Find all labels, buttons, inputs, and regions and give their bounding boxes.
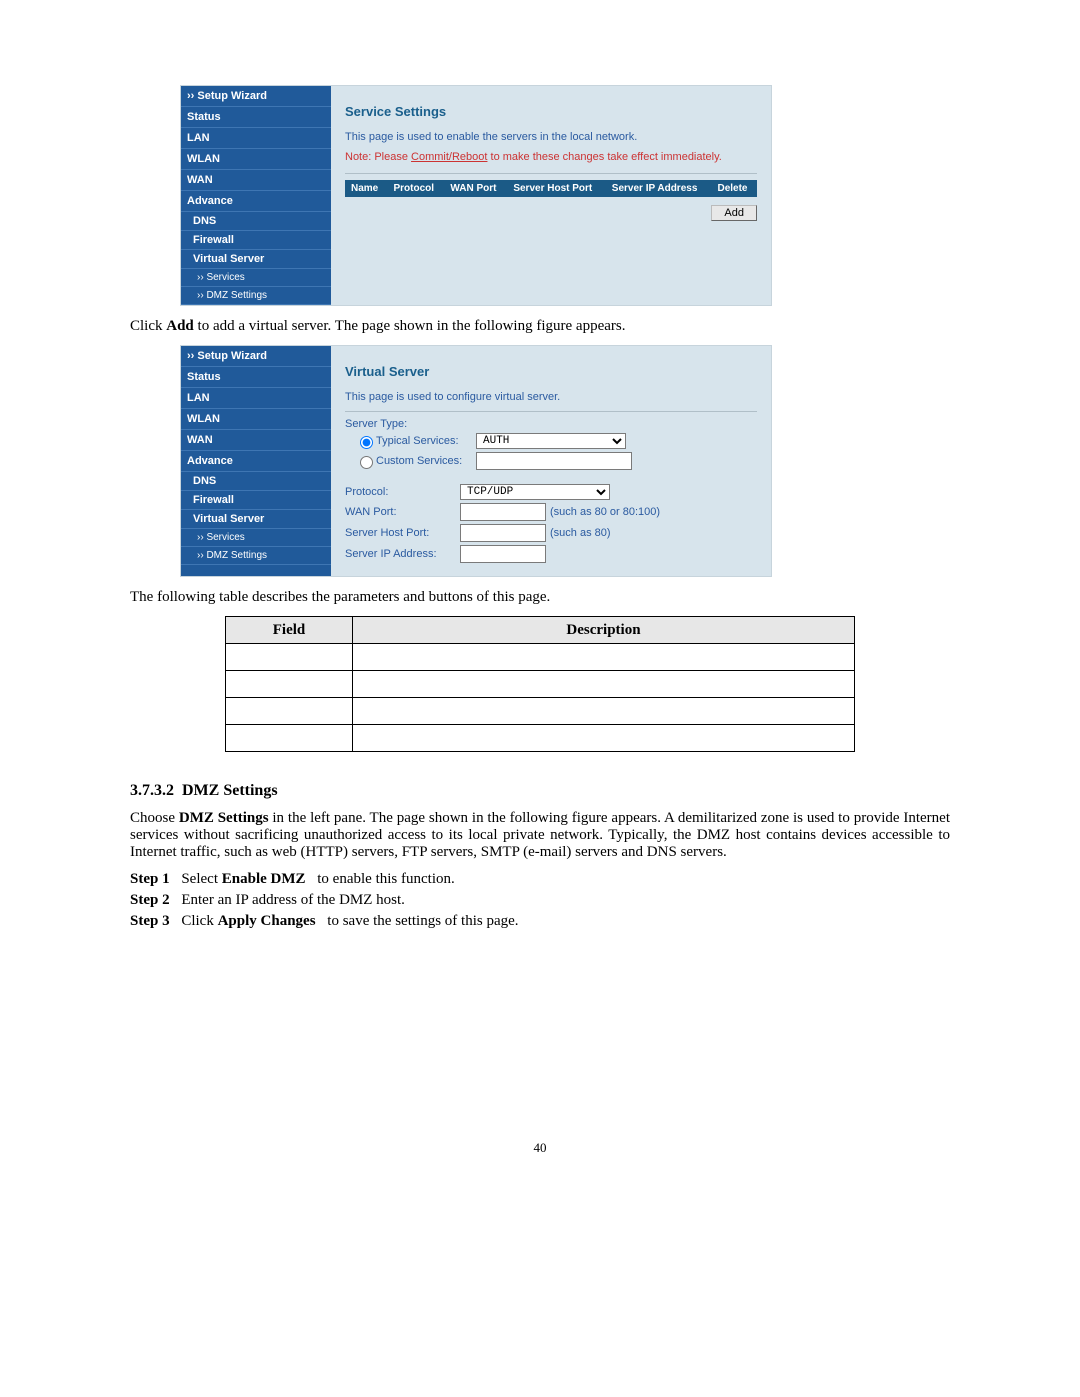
- sidebar-advance[interactable]: Advance: [181, 451, 331, 472]
- th-wan-port: WAN Port: [444, 180, 507, 197]
- input-wan-port[interactable]: [460, 503, 546, 521]
- th-delete: Delete: [711, 180, 757, 197]
- separator: [345, 411, 757, 412]
- table-row: [226, 671, 855, 698]
- sidebar-virtual-server[interactable]: Virtual Server: [181, 250, 331, 269]
- hint-wan-port: (such as 80 or 80:100): [550, 506, 660, 518]
- content-pane: Virtual Server This page is used to conf…: [331, 346, 771, 576]
- page-number: 40: [130, 1140, 950, 1156]
- th-server-host-port: Server Host Port: [507, 180, 605, 197]
- sidebar-wan[interactable]: WAN: [181, 170, 331, 191]
- sidebar-status[interactable]: Status: [181, 107, 331, 128]
- label-typical-services: Typical Services:: [376, 435, 476, 447]
- sidebar: ›› Setup Wizard Status LAN WLAN WAN Adva…: [181, 346, 331, 576]
- input-custom-services[interactable]: [476, 452, 632, 470]
- sidebar-advance[interactable]: Advance: [181, 191, 331, 212]
- heading-virtual-server: Virtual Server: [345, 364, 757, 379]
- sidebar-firewall[interactable]: Firewall: [181, 231, 331, 250]
- page-description: This page is used to enable the servers …: [345, 131, 757, 143]
- sidebar-dmz-settings[interactable]: ›› DMZ Settings: [181, 287, 331, 305]
- sidebar-dmz-settings[interactable]: ›› DMZ Settings: [181, 547, 331, 565]
- select-typical-services[interactable]: AUTH: [476, 433, 626, 449]
- th-description: Description: [353, 617, 855, 644]
- table-row: [226, 698, 855, 725]
- content-pane: Service Settings This page is used to en…: [331, 86, 771, 305]
- services-table: Name Protocol WAN Port Server Host Port …: [345, 180, 757, 197]
- sidebar-lan[interactable]: LAN: [181, 128, 331, 149]
- step-1: Step 1 Select Enable DMZ to enable this …: [130, 871, 950, 888]
- sidebar-wlan[interactable]: WLAN: [181, 409, 331, 430]
- heading-service-settings: Service Settings: [345, 104, 757, 119]
- select-protocol[interactable]: TCP/UDP: [460, 484, 610, 500]
- sidebar-services[interactable]: ›› Services: [181, 269, 331, 287]
- sidebar: ›› Setup Wizard Status LAN WLAN WAN Adva…: [181, 86, 331, 305]
- label-wan-port: WAN Port:: [345, 506, 460, 518]
- paragraph-dmz-intro: Choose DMZ Settings in the left pane. Th…: [130, 810, 950, 861]
- th-server-ip: Server IP Address: [606, 180, 712, 197]
- screenshot-virtual-server: ›› Setup Wizard Status LAN WLAN WAN Adva…: [180, 345, 772, 577]
- th-field: Field: [226, 617, 353, 644]
- table-row: [226, 644, 855, 671]
- page-description: This page is used to configure virtual s…: [345, 391, 757, 403]
- label-server-host-port: Server Host Port:: [345, 527, 460, 539]
- note-commit-reboot: Note: Please Commit/Reboot to make these…: [345, 151, 757, 163]
- sidebar-virtual-server[interactable]: Virtual Server: [181, 510, 331, 529]
- sidebar-setup-wizard[interactable]: ›› Setup Wizard: [181, 346, 331, 367]
- sidebar-wlan[interactable]: WLAN: [181, 149, 331, 170]
- parameters-table: Field Description: [225, 616, 855, 752]
- input-server-host-port[interactable]: [460, 524, 546, 542]
- screenshot-service-settings: ›› Setup Wizard Status LAN WLAN WAN Adva…: [180, 85, 772, 306]
- sidebar-wan[interactable]: WAN: [181, 430, 331, 451]
- th-protocol: Protocol: [388, 180, 445, 197]
- paragraph-click-add: Click Add to add a virtual server. The p…: [130, 318, 950, 335]
- sidebar-dns[interactable]: DNS: [181, 472, 331, 491]
- sidebar-status[interactable]: Status: [181, 367, 331, 388]
- label-server-ip: Server IP Address:: [345, 548, 460, 560]
- heading-dmz-settings: 3.7.3.2 DMZ Settings: [130, 782, 950, 800]
- sidebar-dns[interactable]: DNS: [181, 212, 331, 231]
- th-name: Name: [345, 180, 388, 197]
- separator: [345, 173, 757, 174]
- sidebar-firewall[interactable]: Firewall: [181, 491, 331, 510]
- commit-reboot-link[interactable]: Commit/Reboot: [411, 151, 487, 163]
- step-2: Step 2 Enter an IP address of the DMZ ho…: [130, 892, 950, 909]
- sidebar-setup-wizard[interactable]: ›› Setup Wizard: [181, 86, 331, 107]
- hint-server-host-port: (such as 80): [550, 527, 611, 539]
- sidebar-services[interactable]: ›› Services: [181, 529, 331, 547]
- label-server-type: Server Type:: [345, 418, 460, 430]
- add-button[interactable]: Add: [711, 205, 757, 221]
- label-protocol: Protocol:: [345, 486, 460, 498]
- radio-custom-services[interactable]: [360, 456, 373, 469]
- sidebar-lan[interactable]: LAN: [181, 388, 331, 409]
- paragraph-table-intro: The following table describes the parame…: [130, 589, 950, 606]
- radio-typical-services[interactable]: [360, 436, 373, 449]
- table-row: [226, 725, 855, 752]
- step-3: Step 3 Click Apply Changes to save the s…: [130, 913, 950, 930]
- label-custom-services: Custom Services:: [376, 455, 476, 467]
- input-server-ip[interactable]: [460, 545, 546, 563]
